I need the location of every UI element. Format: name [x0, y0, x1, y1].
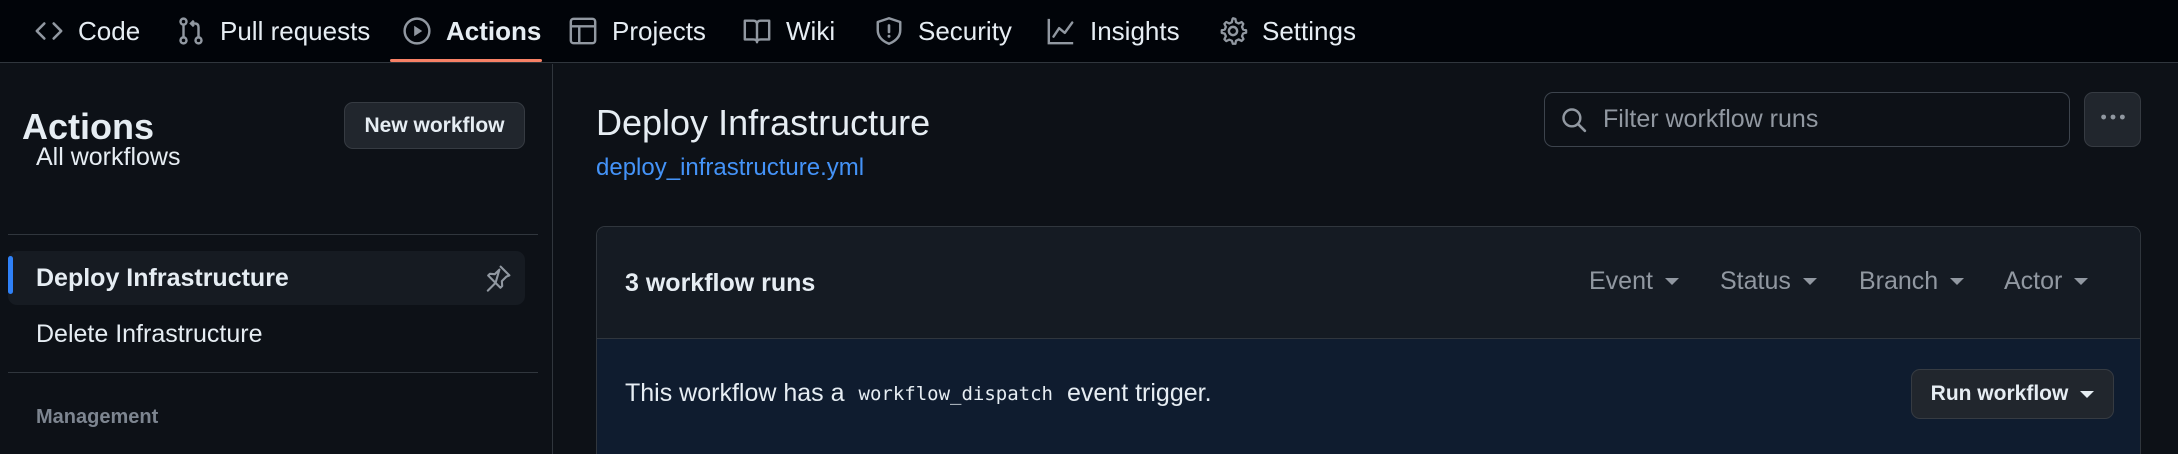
run-workflow-label: Run workflow — [1930, 382, 2069, 405]
tab-code[interactable]: Code — [34, 0, 140, 62]
sidebar-item-deploy-infrastructure[interactable]: Deploy Infrastructure — [8, 251, 525, 305]
sidebar-divider — [8, 372, 538, 373]
caret-down-icon — [1950, 278, 1965, 285]
management-heading: Management — [36, 406, 159, 428]
run-workflow-button[interactable]: Run workflow — [1911, 369, 2114, 419]
workflow-runs-header: 3 workflow runs Event Status Branch Acto… — [597, 227, 2140, 339]
actions-sidebar: Actions New workflow All workflows Deplo… — [0, 64, 553, 454]
sidebar-item-delete-infrastructure[interactable]: Delete Infrastructure — [8, 307, 525, 361]
sidebar-item-all-workflows[interactable]: All workflows — [8, 130, 525, 184]
tab-pull-requests[interactable]: Pull requests — [176, 0, 370, 62]
filter-workflow-runs-search[interactable] — [1544, 92, 2070, 147]
tab-wiki[interactable]: Wiki — [742, 0, 835, 62]
tab-projects[interactable]: Projects — [568, 0, 706, 62]
shield-icon — [874, 16, 904, 46]
repo-nav: Code Pull requests Actions Projects Wiki… — [0, 0, 2178, 63]
sidebar-divider — [8, 234, 538, 235]
filter-label: Branch — [1859, 267, 1939, 295]
active-tab-underline — [390, 59, 542, 62]
workflow-title: Deploy Infrastructure — [596, 102, 931, 143]
tab-label: Settings — [1262, 15, 1356, 46]
tab-security[interactable]: Security — [874, 0, 1012, 62]
tab-label: Projects — [612, 15, 706, 46]
git-pull-request-icon — [176, 16, 206, 46]
tab-label: Code — [78, 15, 141, 46]
trigger-suffix: event trigger. — [1067, 379, 1212, 407]
trigger-prefix: This workflow has a — [625, 379, 845, 407]
code-icon — [34, 16, 64, 46]
book-icon — [742, 16, 772, 46]
gear-icon — [1218, 16, 1248, 46]
caret-down-icon — [2080, 390, 2095, 398]
graph-icon — [1046, 16, 1076, 46]
filter-label: Event — [1589, 267, 1653, 295]
filter-label: Status — [1720, 267, 1791, 295]
pin-icon[interactable] — [483, 263, 513, 293]
tab-actions[interactable]: Actions — [402, 0, 541, 62]
tab-label: Security — [918, 15, 1012, 46]
workflow-file-link[interactable]: deploy_infrastructure.yml — [596, 154, 864, 182]
caret-down-icon — [1802, 278, 1817, 285]
search-input[interactable] — [1603, 105, 2043, 134]
workflow-runs-box: 3 workflow runs Event Status Branch Acto… — [596, 226, 2141, 454]
tab-label: Pull requests — [220, 15, 371, 46]
tab-label: Wiki — [786, 15, 836, 46]
caret-down-icon — [1664, 278, 1679, 285]
filter-label: Actor — [2004, 267, 2063, 295]
play-circle-icon — [402, 16, 432, 46]
tab-label: Actions — [446, 15, 542, 46]
trigger-message: This workflow has a workflow_dispatch ev… — [625, 379, 1212, 408]
more-options-button[interactable] — [2084, 92, 2141, 147]
runs-count: 3 workflow runs — [625, 269, 816, 297]
tab-insights[interactable]: Insights — [1046, 0, 1180, 62]
selected-indicator — [8, 256, 13, 294]
table-icon — [568, 16, 598, 46]
tab-settings[interactable]: Settings — [1218, 0, 1356, 62]
filter-event-dropdown[interactable]: Event — [1589, 267, 1679, 296]
caret-down-icon — [2074, 278, 2089, 285]
tab-label: Insights — [1090, 15, 1180, 46]
search-icon — [1559, 105, 1589, 135]
filter-branch-dropdown[interactable]: Branch — [1859, 267, 1965, 296]
trigger-code: workflow_dispatch — [858, 382, 1053, 405]
sidebar-item-label: Delete Infrastructure — [36, 319, 263, 348]
sidebar-item-label: Deploy Infrastructure — [36, 263, 289, 292]
kebab-horizontal-icon — [2098, 102, 2128, 137]
dispatch-banner: This workflow has a workflow_dispatch ev… — [597, 339, 2140, 454]
sidebar-item-label: All workflows — [36, 142, 181, 171]
filter-actor-dropdown[interactable]: Actor — [2004, 267, 2089, 296]
filter-status-dropdown[interactable]: Status — [1720, 267, 1817, 296]
